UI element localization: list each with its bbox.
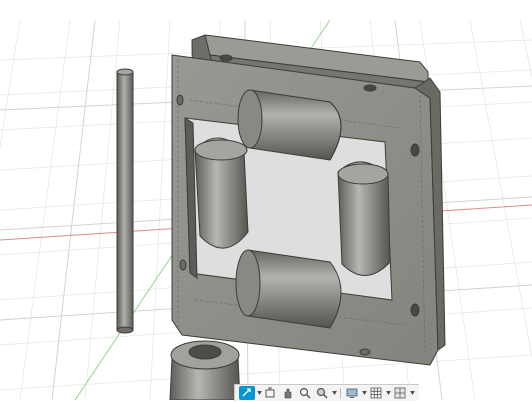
canvas-viewport[interactable] [0,0,532,400]
grid-snaps-button[interactable] [368,386,384,400]
viewports-button[interactable] [392,386,408,400]
pan-button[interactable] [280,386,296,400]
roller-right[interactable] [337,161,391,276]
roller-bottom[interactable] [235,249,342,329]
navigation-toolbar [234,384,419,401]
toolbar-divider [340,387,341,399]
bushing-body[interactable] [169,340,241,400]
rod-body[interactable] [116,68,134,334]
scene-3d[interactable] [0,0,532,400]
fit-button[interactable] [314,386,330,400]
zoom-button[interactable] [297,386,313,400]
grid-dropdown[interactable] [385,386,391,400]
zoom-dropdown[interactable] [331,386,337,400]
orbit-dropdown[interactable] [256,386,262,400]
display-settings-button[interactable] [344,386,360,400]
roller-left[interactable] [194,137,249,249]
orbit-button[interactable] [239,386,255,400]
viewports-dropdown[interactable] [409,386,415,400]
look-at-button[interactable] [263,386,279,400]
display-dropdown[interactable] [361,386,367,400]
